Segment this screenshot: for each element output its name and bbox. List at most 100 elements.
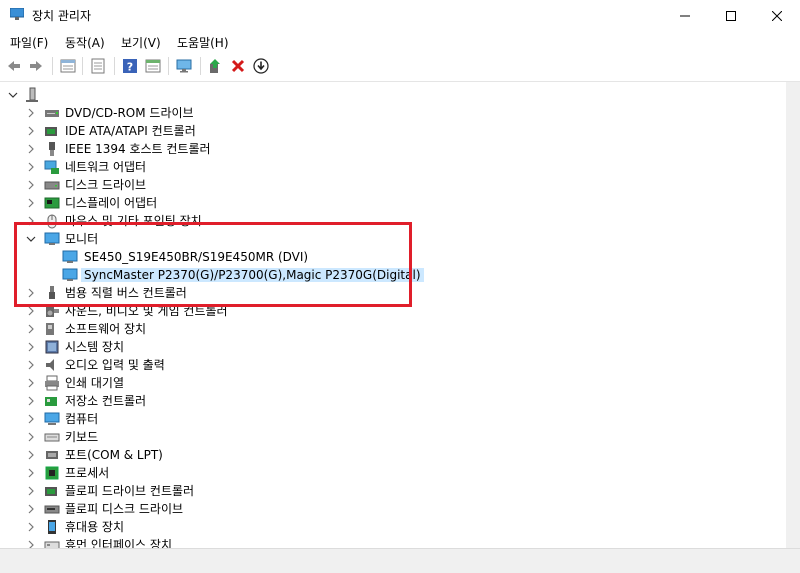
tree-category-item[interactable]: 소프트웨어 장치 — [0, 320, 786, 338]
chevron-right-icon[interactable] — [26, 125, 36, 137]
audio-icon — [46, 359, 54, 371]
tree-item-label: 포트(COM & LPT) — [65, 448, 163, 462]
disk-drive-icon — [44, 181, 60, 190]
chevron-right-icon[interactable] — [26, 341, 36, 353]
chevron-right-icon[interactable] — [26, 179, 36, 191]
network-adapter-icon — [44, 160, 59, 174]
vertical-scrollbar[interactable] — [786, 82, 800, 548]
hid-icon — [44, 541, 60, 548]
printer-icon — [45, 375, 59, 391]
chevron-right-icon[interactable] — [26, 359, 36, 371]
monitor-scan-icon[interactable] — [176, 58, 192, 74]
tree-item-label: 프로세서 — [65, 466, 110, 480]
tree-item-label: 키보드 — [65, 430, 99, 444]
maximize-icon — [726, 10, 736, 21]
processor-icon — [45, 466, 59, 480]
ieee1394-icon — [49, 142, 55, 156]
tree-item-label: IEEE 1394 호스트 컨트롤러 — [65, 142, 211, 156]
tree-item-label: 컴퓨터 — [65, 412, 99, 426]
chevron-right-icon[interactable] — [26, 197, 36, 209]
chevron-right-icon[interactable] — [26, 503, 36, 515]
chevron-right-icon[interactable] — [26, 485, 36, 497]
tree-category-item[interactable]: 플로피 드라이브 컨트롤러 — [0, 482, 786, 500]
title-bar: 장치 관리자 — [0, 0, 800, 31]
chevron-right-icon[interactable] — [26, 377, 36, 389]
menu-bar: 파일(F) 동작(A) 보기(V) 도움말(H) — [0, 31, 800, 53]
chevron-right-icon[interactable] — [26, 413, 36, 425]
tree-item-label: 휴대용 장치 — [65, 520, 125, 534]
tree-category-item[interactable]: 네트워크 어댑터 — [0, 158, 786, 176]
maximize-button[interactable] — [708, 0, 754, 31]
floppy-drive-icon — [44, 505, 60, 514]
menu-file[interactable]: 파일(F) — [10, 34, 48, 51]
window-title: 장치 관리자 — [32, 9, 92, 23]
keyboard-icon — [44, 433, 60, 442]
minimize-icon — [680, 15, 690, 16]
tree-category-item[interactable]: IEEE 1394 호스트 컨트롤러 — [0, 140, 786, 158]
tree-category-item[interactable]: 플로피 디스크 드라이브 — [0, 500, 786, 518]
storage-controller-icon — [45, 397, 57, 406]
chevron-right-icon[interactable] — [26, 161, 36, 173]
chevron-right-icon[interactable] — [26, 323, 36, 335]
uninstall-icon[interactable] — [230, 58, 246, 74]
menu-help[interactable]: 도움말(H) — [177, 34, 229, 51]
tree-category-item[interactable]: 오디오 입력 및 출력 — [0, 356, 786, 374]
tree-item-label: 오디오 입력 및 출력 — [65, 358, 165, 372]
annotation-highlight-box — [14, 222, 412, 307]
tree-item-label: 플로피 디스크 드라이브 — [65, 502, 184, 516]
chevron-right-icon[interactable] — [26, 395, 36, 407]
tree-category-item[interactable]: DVD/CD-ROM 드라이브 — [0, 104, 786, 122]
chevron-down-icon[interactable] — [8, 89, 18, 101]
tree-category-item[interactable]: 포트(COM & LPT) — [0, 446, 786, 464]
status-bar — [0, 548, 800, 573]
chevron-right-icon[interactable] — [26, 431, 36, 443]
chevron-right-icon[interactable] — [26, 521, 36, 533]
tree-item-label: 네트워크 어댑터 — [65, 160, 147, 174]
close-icon — [772, 10, 782, 21]
forward-icon[interactable] — [28, 58, 44, 74]
tree-category-item[interactable]: 디스크 드라이브 — [0, 176, 786, 194]
details-icon[interactable] — [145, 58, 161, 74]
properties-icon[interactable] — [60, 58, 76, 74]
chevron-right-icon[interactable] — [26, 107, 36, 119]
tree-item-label: 소프트웨어 장치 — [65, 322, 147, 336]
download-icon[interactable] — [253, 58, 269, 74]
tree-category-item[interactable]: 디스플레이 어댑터 — [0, 194, 786, 212]
close-button[interactable] — [754, 0, 800, 31]
back-icon[interactable] — [6, 58, 22, 74]
tree-category-item[interactable]: 키보드 — [0, 428, 786, 446]
svg-text:?: ? — [127, 61, 133, 74]
tree-category-item[interactable]: 인쇄 대기열 — [0, 374, 786, 392]
tree-category-item[interactable]: 컴퓨터 — [0, 410, 786, 428]
computer-icon — [26, 87, 38, 102]
tree-category-item[interactable]: 휴대용 장치 — [0, 518, 786, 536]
minimize-button[interactable] — [662, 0, 708, 31]
floppy-controller-icon — [45, 487, 57, 496]
tree-category-item[interactable]: 휴먼 인터페이스 장치 — [0, 536, 786, 548]
tree-item-label: 휴먼 인터페이스 장치 — [65, 538, 172, 548]
chevron-right-icon[interactable] — [26, 143, 36, 155]
tree-category-item[interactable]: 저장소 컨트롤러 — [0, 392, 786, 410]
tree-category-item[interactable]: 프로세서 — [0, 464, 786, 482]
chevron-right-icon[interactable] — [26, 449, 36, 461]
tree-item-label: 플로피 드라이브 컨트롤러 — [65, 484, 195, 498]
software-device-icon — [46, 323, 54, 335]
tree-item-label: 인쇄 대기열 — [65, 376, 125, 390]
chevron-right-icon[interactable] — [26, 467, 36, 479]
tree-item-label: IDE ATA/ATAPI 컨트롤러 — [65, 124, 196, 138]
ide-controller-icon — [45, 127, 57, 136]
tree-category-item[interactable]: 시스템 장치 — [0, 338, 786, 356]
show-hidden-icon[interactable] — [90, 58, 106, 74]
tree-root[interactable] — [0, 86, 786, 104]
menu-view[interactable]: 보기(V) — [121, 34, 161, 51]
toolbar: ? — [0, 53, 800, 82]
help-icon[interactable]: ? — [122, 58, 138, 74]
chevron-right-icon[interactable] — [26, 539, 36, 548]
menu-action[interactable]: 동작(A) — [65, 34, 105, 51]
display-adapter-icon — [44, 197, 60, 209]
dvd-drive-icon — [45, 110, 59, 117]
portable-device-icon — [48, 520, 56, 534]
device-tree[interactable]: DVD/CD-ROM 드라이브 IDE ATA/ATAPI 컨트롤러 IEEE 13… — [0, 82, 786, 548]
tree-category-item[interactable]: IDE ATA/ATAPI 컨트롤러 — [0, 122, 786, 140]
update-driver-icon[interactable] — [207, 58, 223, 74]
